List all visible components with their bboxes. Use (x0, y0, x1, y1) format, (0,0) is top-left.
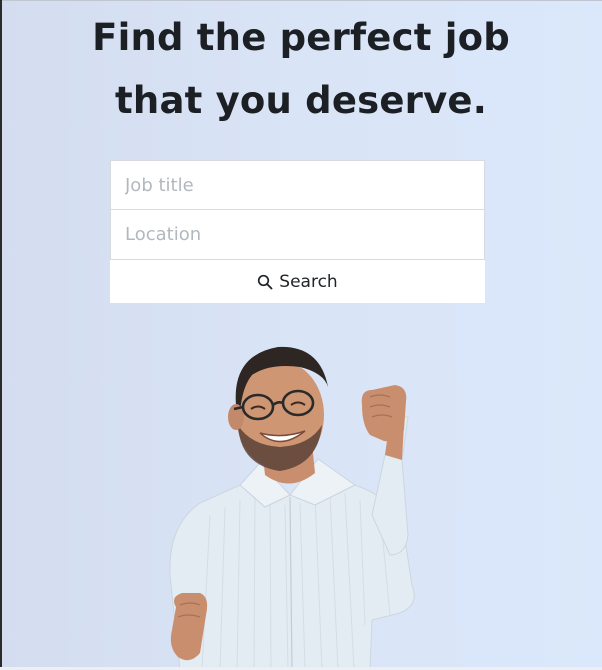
search-icon (258, 274, 273, 289)
job-search-form: Search (110, 160, 485, 303)
location-field (110, 210, 485, 260)
job-title-input[interactable] (125, 174, 484, 196)
hero-headline: Find the perfect job that you deserve. (0, 6, 602, 132)
top-border (0, 0, 602, 1)
location-input[interactable] (125, 224, 484, 245)
hero-person-image (169, 346, 415, 670)
headline-line-2: that you deserve. (115, 79, 487, 122)
search-button-label: Search (279, 271, 338, 292)
headline-line-1: Find the perfect job (92, 16, 510, 59)
job-title-field (110, 160, 485, 210)
search-button[interactable]: Search (110, 260, 485, 303)
